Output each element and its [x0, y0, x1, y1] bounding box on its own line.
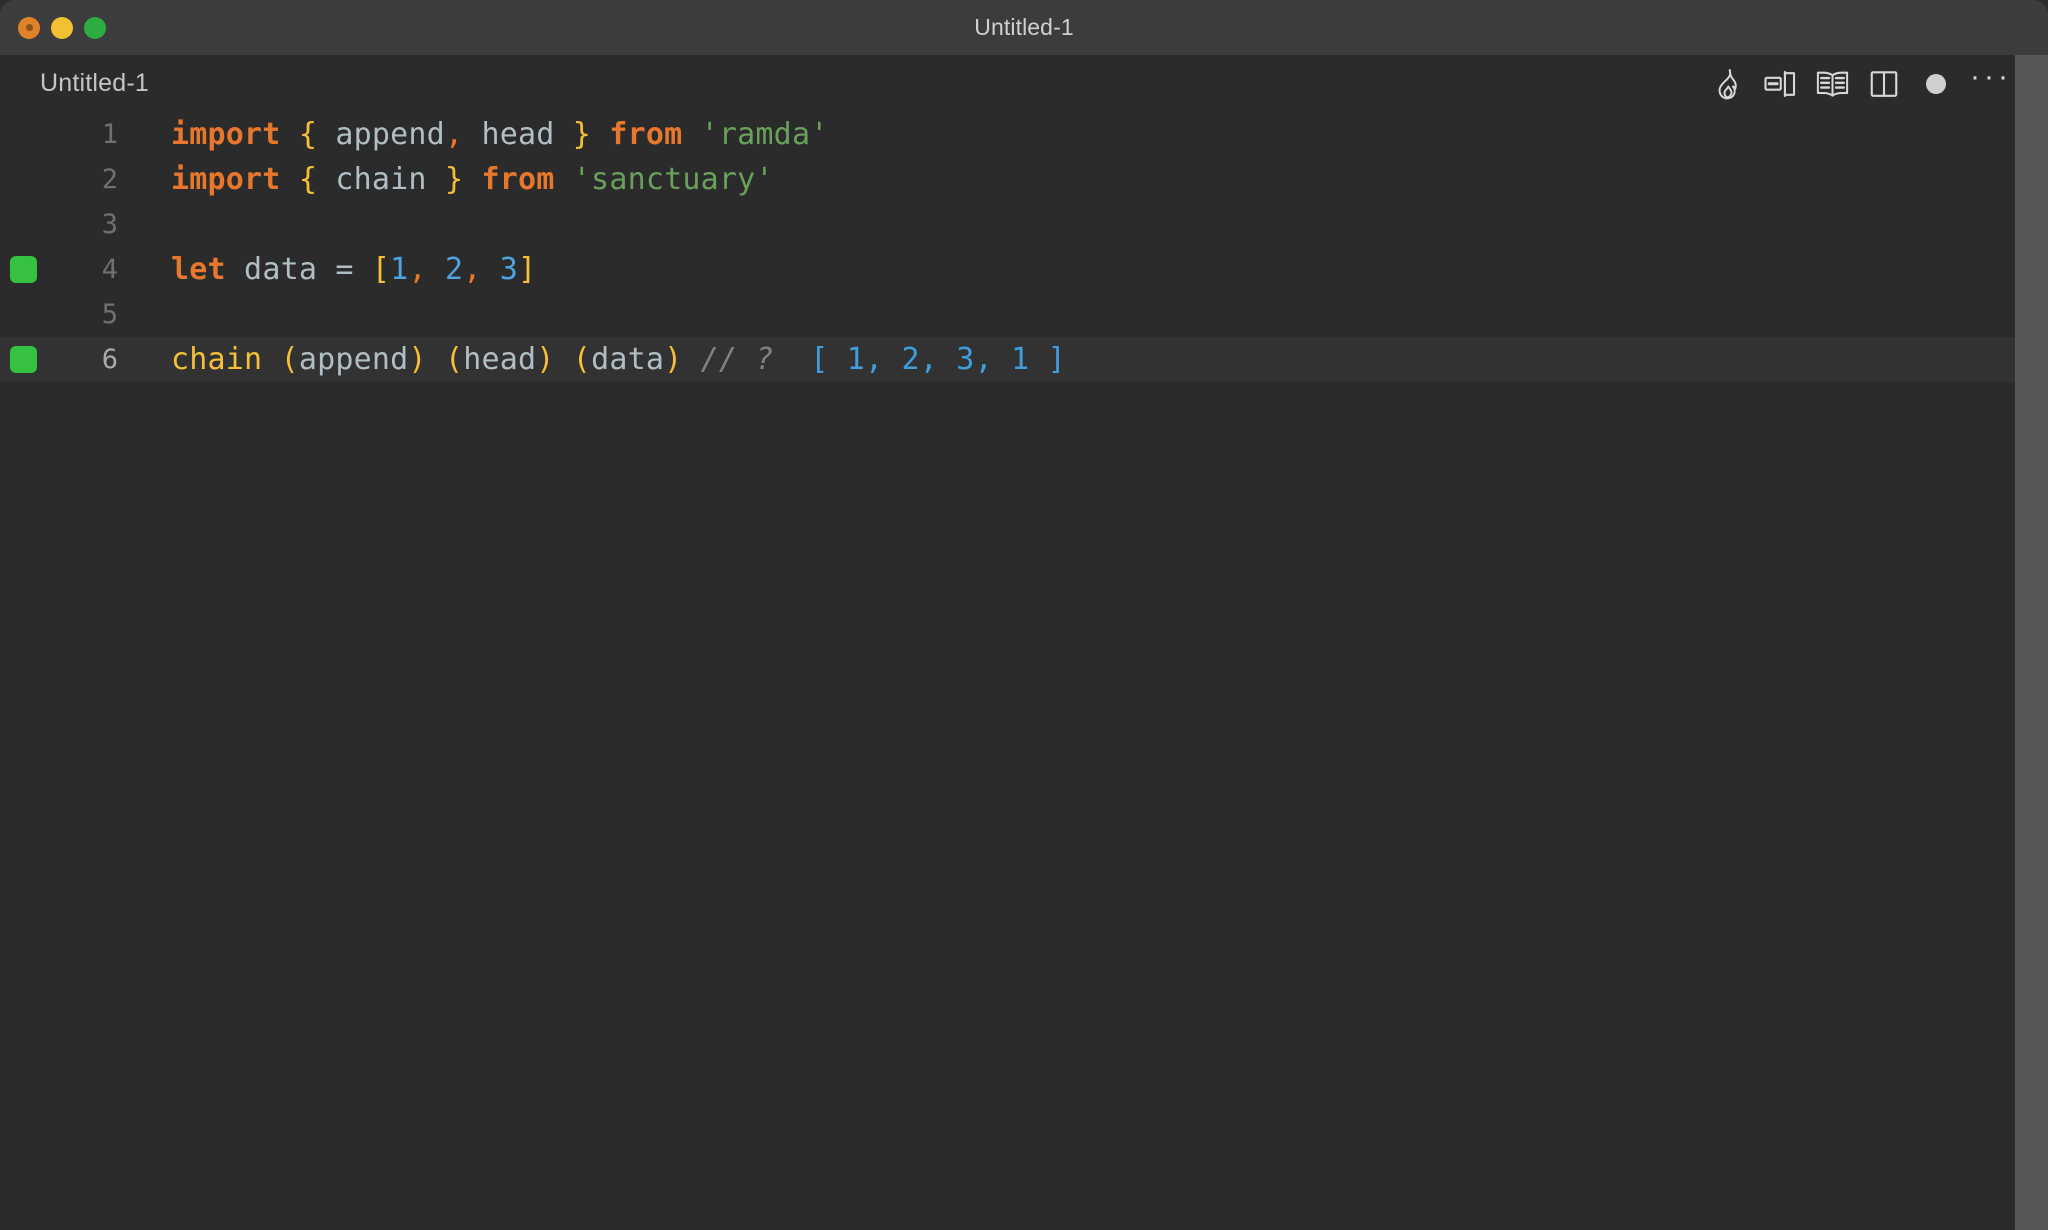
quokka-status-marker-icon — [9, 346, 37, 373]
gutter-cell — [0, 337, 46, 382]
code-token: 3 — [499, 252, 519, 287]
line-number: 2 — [101, 164, 118, 195]
code-token: [ — [371, 252, 391, 287]
code-token: import — [171, 117, 281, 152]
gutter-cell — [0, 247, 46, 292]
code-token: 'ramda' — [700, 117, 829, 152]
code-line-text: import { append, head } from 'ramda' — [118, 112, 828, 157]
code-line-text: chain (append) (head) (data) // ? [ 1, 2… — [118, 337, 1066, 382]
open-book-icon[interactable] — [1806, 60, 1858, 108]
code-token: head — [463, 342, 537, 377]
code-token: import — [171, 162, 281, 197]
traffic-lights — [18, 0, 106, 55]
code-token: 2 — [444, 252, 464, 287]
editor-topbar: Untitled-1 ··· — [0, 55, 2048, 112]
code-lines: 1 import { append, head } from 'ramda' 2 im… — [0, 112, 2048, 382]
code-token: } — [444, 162, 464, 197]
code-token: from — [609, 117, 683, 152]
code-token: ) — [664, 342, 683, 377]
line-number: 4 — [101, 254, 118, 285]
code-token: = — [335, 252, 354, 287]
gutter-cell — [0, 202, 46, 247]
code-token: // ? — [700, 342, 774, 377]
code-token: { — [298, 117, 318, 152]
editor-scrollbar[interactable] — [2015, 55, 2048, 1230]
gutter-cell — [0, 157, 46, 202]
tab-untitled-1[interactable]: Untitled-1 — [40, 69, 149, 98]
code-line-text: import { chain } from 'sanctuary' — [118, 157, 774, 202]
line-number: 1 — [101, 119, 118, 150]
maximize-window-button[interactable] — [84, 16, 106, 39]
code-token: [ 1, 2, 3, 1 ] — [810, 342, 1066, 377]
close-window-button[interactable] — [18, 16, 40, 39]
open-changes-icon[interactable] — [1754, 60, 1806, 108]
editor-toolbar: ··· — [1702, 60, 2020, 108]
code-line[interactable]: 4 let data = [1, 2, 3] — [0, 247, 2048, 292]
quokka-status-marker-icon — [9, 256, 37, 283]
code-line-text: let data = [1, 2, 3] — [118, 247, 536, 292]
ellipsis-icon[interactable]: ··· — [1962, 60, 2020, 108]
code-token: from — [481, 162, 555, 197]
line-number: 6 — [101, 344, 118, 375]
gutter-cell — [0, 292, 46, 337]
code-token: chain — [317, 162, 445, 197]
code-line[interactable]: 1 import { append, head } from 'ramda' — [0, 112, 2048, 157]
code-token: { — [298, 162, 318, 197]
code-token: 1 — [390, 252, 409, 287]
code-token: ) — [536, 342, 555, 377]
code-token: 'sanctuary' — [572, 162, 774, 197]
code-line[interactable]: 2 import { chain } from 'sanctuary' — [0, 157, 2048, 202]
code-token: } — [572, 117, 592, 152]
code-line[interactable]: 6 chain (append) (head) (data) // ? [ 1, … — [0, 337, 2048, 382]
line-number: 5 — [101, 299, 118, 330]
code-editor[interactable]: 1 import { append, head } from 'ramda' 2 im… — [0, 112, 2048, 1230]
editor-window: Untitled-1 Untitled-1 ··· 1 import {app… — [0, 0, 2048, 1230]
code-line[interactable]: 5 — [0, 292, 2048, 337]
code-token: append — [317, 117, 445, 152]
code-token: ) — [408, 342, 427, 377]
window-title: Untitled-1 — [974, 14, 1074, 40]
window-titlebar: Untitled-1 — [0, 0, 2048, 55]
code-token: head — [463, 117, 573, 152]
flame-icon[interactable] — [1702, 60, 1754, 108]
code-token: ( — [280, 342, 299, 377]
unsaved-dot-icon[interactable] — [1910, 60, 1962, 108]
code-token: ( — [572, 342, 592, 377]
dirty-indicator — [1926, 73, 1946, 94]
code-token: data — [225, 252, 336, 287]
line-number: 3 — [101, 209, 118, 240]
minimize-window-button[interactable] — [51, 16, 73, 39]
split-editor-icon[interactable] — [1858, 60, 1910, 108]
code-token: let — [171, 252, 226, 287]
code-token: , — [463, 252, 482, 287]
code-token: , — [408, 252, 427, 287]
gutter-cell — [0, 112, 46, 157]
code-token: , — [444, 117, 464, 152]
code-line[interactable]: 3 — [0, 202, 2048, 247]
code-token: ( — [444, 342, 464, 377]
code-token: chain — [171, 342, 263, 377]
code-token: append — [298, 342, 409, 377]
code-token: data — [591, 342, 665, 377]
code-token: ] — [518, 252, 537, 287]
